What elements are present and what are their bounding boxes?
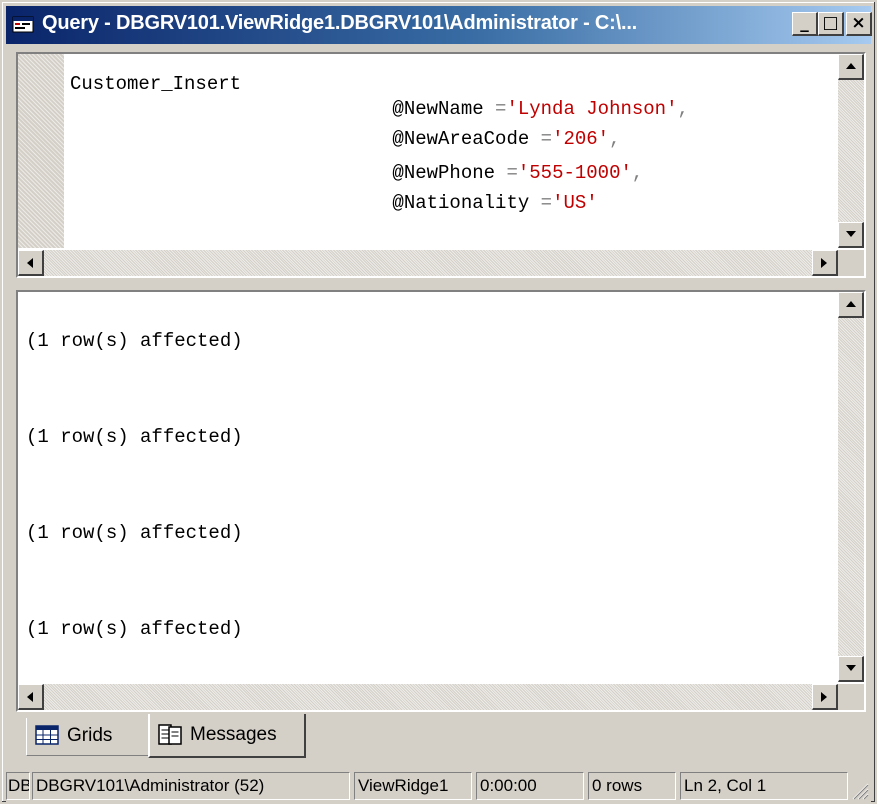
grid-icon <box>35 725 59 751</box>
procedure-name: Customer_Insert <box>70 73 242 95</box>
tab-grids[interactable]: Grids <box>26 718 154 756</box>
query-vertical-scrollbar[interactable] <box>838 54 864 248</box>
status-connection: DBGRV101\Administrator (52) <box>32 772 350 800</box>
scroll-corner <box>838 684 864 710</box>
query-editor[interactable]: Customer_Insert @NewName ='Lynda Johnson… <box>16 52 866 278</box>
status-bar: DB DBGRV101\Administrator (52) ViewRidge… <box>6 770 871 802</box>
query-horizontal-scrollbar[interactable] <box>18 250 838 276</box>
status-database: ViewRidge1 <box>354 772 472 800</box>
status-rows: 0 rows <box>588 772 676 800</box>
messages-icon <box>158 724 182 752</box>
query-window: Query - DBGRV101.ViewRidge1.DBGRV101\Adm… <box>0 0 877 804</box>
scroll-left-button[interactable] <box>18 250 44 276</box>
arrow-up-icon <box>846 301 856 307</box>
tab-grids-label: Grids <box>67 725 113 746</box>
scroll-up-button[interactable] <box>838 54 864 80</box>
close-button[interactable]: × <box>846 12 872 36</box>
messages-horizontal-scrollbar[interactable] <box>18 684 838 710</box>
message-line: (1 row(s) affected) <box>26 330 243 352</box>
param-line-4: @Nationality ='US' <box>324 166 598 241</box>
tab-messages-label: Messages <box>190 724 277 745</box>
resize-grip-icon[interactable] <box>849 780 869 800</box>
minimize-button[interactable]: _ <box>792 12 818 36</box>
message-line: (1 row(s) affected) <box>26 426 243 448</box>
pane-splitter[interactable] <box>6 280 871 288</box>
param-name: @Nationality <box>392 192 530 214</box>
status-elapsed: 0:00:00 <box>476 772 584 800</box>
param-operator: = <box>540 192 553 214</box>
scroll-up-button[interactable] <box>838 292 864 318</box>
message-line: (1 row(s) affected) <box>26 522 243 544</box>
result-tabs: Grids Messages <box>16 714 866 762</box>
scroll-down-button[interactable] <box>838 222 864 248</box>
arrow-down-icon <box>846 231 856 237</box>
title-bar[interactable]: Query - DBGRV101.ViewRidge1.DBGRV101\Adm… <box>6 6 872 44</box>
arrow-left-icon <box>27 258 33 268</box>
arrow-right-icon <box>821 258 827 268</box>
arrow-left-icon <box>27 692 33 702</box>
scroll-corner <box>838 250 864 276</box>
status-db: DB <box>6 772 30 800</box>
scroll-down-button[interactable] <box>838 656 864 682</box>
message-line: (1 row(s) affected) <box>26 618 243 640</box>
param-separator: , <box>677 98 689 120</box>
arrow-right-icon <box>821 692 827 702</box>
tab-messages[interactable]: Messages <box>148 714 306 758</box>
arrow-down-icon <box>846 665 856 671</box>
messages-vertical-scrollbar[interactable] <box>838 292 864 682</box>
arrow-up-icon <box>846 63 856 69</box>
scroll-left-button[interactable] <box>18 684 44 710</box>
editor-gutter <box>18 54 64 248</box>
param-separator: , <box>631 162 644 184</box>
query-window-icon[interactable] <box>12 14 34 34</box>
param-value: 'US' <box>552 192 598 214</box>
status-position: Ln 2, Col 1 <box>680 772 848 800</box>
scroll-right-button[interactable] <box>812 250 838 276</box>
scroll-right-button[interactable] <box>812 684 838 710</box>
messages-pane[interactable]: (1 row(s) affected) (1 row(s) affected) … <box>16 290 866 712</box>
maximize-button[interactable]: □ <box>818 12 844 36</box>
window-title: Query - DBGRV101.ViewRidge1.DBGRV101\Adm… <box>42 12 638 34</box>
